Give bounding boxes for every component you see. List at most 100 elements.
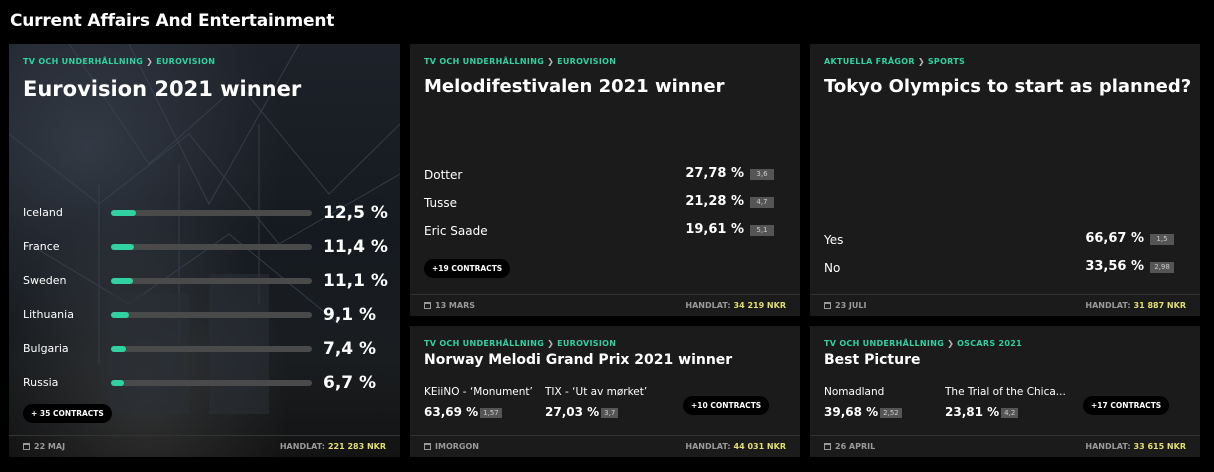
probability-fill <box>111 278 134 284</box>
outcome-row[interactable]: Bulgaria 7,4 % <box>23 339 383 360</box>
probability-bar <box>111 312 312 318</box>
traded-label: HANDLAT: <box>1085 301 1131 310</box>
probability-bar <box>111 380 312 386</box>
outcome-name: France <box>23 240 60 253</box>
outcome-option[interactable]: KEiiNO - ‘Monument’ 63,69 % 1,57 <box>424 386 549 420</box>
outcome-percentage: 11,4 % <box>323 237 388 257</box>
outcome-row[interactable]: Tusse 21,28 % 4,7 <box>424 194 774 212</box>
outcome-percentage: 66,67 % <box>1085 231 1144 246</box>
market-card-oscars[interactable]: TV OCH UNDERHÅLLNING ❯ OSCARS 2021 Best Pi… <box>810 326 1200 457</box>
close-date-text: 13 MARS <box>435 301 475 310</box>
outcome-name: Yes <box>824 233 844 247</box>
breadcrumb-subcategory[interactable]: SPORTS <box>928 57 965 66</box>
odds-badge[interactable]: 1,57 <box>480 408 502 418</box>
traded-label: HANDLAT: <box>685 301 731 310</box>
probability-bar <box>111 244 312 250</box>
breadcrumb-subcategory[interactable]: EUROVISION <box>557 339 616 348</box>
outcome-row[interactable]: Russia 6,7 % <box>23 373 383 394</box>
market-title[interactable]: Eurovision 2021 winner <box>23 77 301 101</box>
odds-badge[interactable]: 5,1 <box>750 225 774 236</box>
calendar-icon <box>824 302 831 309</box>
probability-fill <box>111 312 130 318</box>
breadcrumb-subcategory[interactable]: EUROVISION <box>156 57 215 66</box>
outcome-row[interactable]: No 33,56 % 2,98 <box>824 259 1174 277</box>
breadcrumb-category[interactable]: TV OCH UNDERHÅLLNING <box>424 57 544 66</box>
probability-bar <box>111 210 312 216</box>
outcome-option[interactable]: Nomadland 39,68 % 2,52 <box>824 386 949 420</box>
odds-badge[interactable]: 3,6 <box>750 169 774 180</box>
traded-label: HANDLAT: <box>685 442 731 451</box>
outcome-name: TIX - ‘Ut av mørket’ <box>545 386 648 398</box>
probability-fill <box>111 380 125 386</box>
breadcrumb-category[interactable]: AKTUELLA FRÅGOR <box>824 57 915 66</box>
traded-amount: 31 887 NKR <box>1133 301 1186 310</box>
traded-amount: 221 283 NKR <box>327 442 386 451</box>
probability-bar <box>111 346 312 352</box>
odds-badge[interactable]: 2,98 <box>1150 262 1174 273</box>
breadcrumb-category[interactable]: TV OCH UNDERHÅLLNING <box>824 339 944 348</box>
chevron-right-icon: ❯ <box>547 339 555 348</box>
market-card-mgp[interactable]: TV OCH UNDERHÅLLNING ❯ EUROVISION Norway M… <box>410 326 800 457</box>
outcome-option[interactable]: TIX - ‘Ut av mørket’ 27,03 % 3,7 <box>545 386 670 420</box>
odds-badge[interactable]: 1,5 <box>1150 234 1174 245</box>
odds-badge[interactable]: 2,52 <box>880 408 902 418</box>
market-title[interactable]: Norway Melodi Grand Prix 2021 winner <box>424 352 732 368</box>
breadcrumb-subcategory[interactable]: EUROVISION <box>557 57 616 66</box>
more-contracts-button[interactable]: +10 CONTRACTS <box>683 396 770 415</box>
outcome-name: Nomadland <box>824 386 885 398</box>
market-title[interactable]: Tokyo Olympics to start as planned? <box>824 76 1191 97</box>
outcome-row[interactable]: Yes 66,67 % 1,5 <box>824 231 1174 249</box>
outcome-row[interactable]: France 11,4 % <box>23 237 388 258</box>
calendar-icon <box>23 443 30 450</box>
close-date-text: 26 APRIL <box>835 442 876 451</box>
outcome-percentage: 9,1 % <box>323 305 377 325</box>
breadcrumb-category[interactable]: TV OCH UNDERHÅLLNING <box>23 57 143 66</box>
more-contracts-button[interactable]: +17 CONTRACTS <box>1083 396 1170 415</box>
outcome-percentage: 6,7 % <box>323 373 377 393</box>
probability-fill <box>111 244 134 250</box>
traded-label: HANDLAT: <box>279 442 325 451</box>
outcome-row[interactable]: Eric Saade 19,61 % 5,1 <box>424 222 774 240</box>
chevron-right-icon: ❯ <box>947 339 955 348</box>
more-contracts-button[interactable]: +19 CONTRACTS <box>424 259 511 278</box>
breadcrumb: TV OCH UNDERHÅLLNING ❯ EUROVISION <box>424 339 616 348</box>
breadcrumb-subcategory[interactable]: OSCARS 2021 <box>957 339 1022 348</box>
probability-bar <box>111 278 312 284</box>
outcome-row[interactable]: Dotter 27,78 % 3,6 <box>424 166 774 184</box>
breadcrumb-category[interactable]: TV OCH UNDERHÅLLNING <box>424 339 544 348</box>
market-card-olympics[interactable]: AKTUELLA FRÅGOR ❯ SPORTS Tokyo Olympics to… <box>810 44 1200 316</box>
close-date: 13 MARS <box>424 301 475 310</box>
traded-amount: 33 615 NKR <box>1133 442 1186 451</box>
outcome-percentage: 21,28 % <box>685 194 744 209</box>
breadcrumb: TV OCH UNDERHÅLLNING ❯ OSCARS 2021 <box>824 339 1022 348</box>
outcome-percentage: 23,81 % <box>945 405 1000 419</box>
close-date: 26 APRIL <box>824 442 875 451</box>
outcome-name: Russia <box>23 376 59 389</box>
outcome-row[interactable]: Sweden 11,1 % <box>23 271 388 292</box>
outcome-row[interactable]: Lithuania 9,1 % <box>23 305 383 326</box>
more-contracts-button[interactable]: + 35 CONTRACTS <box>23 404 112 423</box>
chevron-right-icon: ❯ <box>146 57 154 66</box>
traded-volume: HANDLAT: 34 219 NKR <box>685 301 786 310</box>
market-title[interactable]: Melodifestivalen 2021 winner <box>424 76 724 97</box>
odds-badge[interactable]: 4,2 <box>1001 408 1019 418</box>
outcome-name: Eric Saade <box>424 224 488 238</box>
outcome-name: Tusse <box>424 196 457 210</box>
market-card-eurovision[interactable]: TV OCH UNDERHÅLLNING ❯ EUROVISION Eurovisi… <box>9 44 400 457</box>
calendar-icon <box>424 302 431 309</box>
market-title[interactable]: Best Picture <box>824 352 920 368</box>
outcome-percentage: 11,1 % <box>323 271 388 291</box>
outcome-percentage: 19,61 % <box>685 222 744 237</box>
outcome-row[interactable]: Iceland 12,5 % <box>23 203 388 224</box>
outcome-name: Dotter <box>424 168 463 182</box>
odds-badge[interactable]: 4,7 <box>750 197 774 208</box>
outcome-name: Bulgaria <box>23 342 69 355</box>
close-date-text: 23 JULI <box>835 301 867 310</box>
market-card-melodifestivalen[interactable]: TV OCH UNDERHÅLLNING ❯ EUROVISION Melodife… <box>410 44 800 316</box>
odds-badge[interactable]: 3,7 <box>601 408 619 418</box>
probability-fill <box>111 346 126 352</box>
card-footer: IMORGON HANDLAT: 44 031 NKR <box>410 435 800 457</box>
chevron-right-icon: ❯ <box>917 57 925 66</box>
outcome-option[interactable]: The Trial of the Chica... 23,81 % 4,2 <box>945 386 1070 420</box>
traded-volume: HANDLAT: 44 031 NKR <box>685 442 786 451</box>
